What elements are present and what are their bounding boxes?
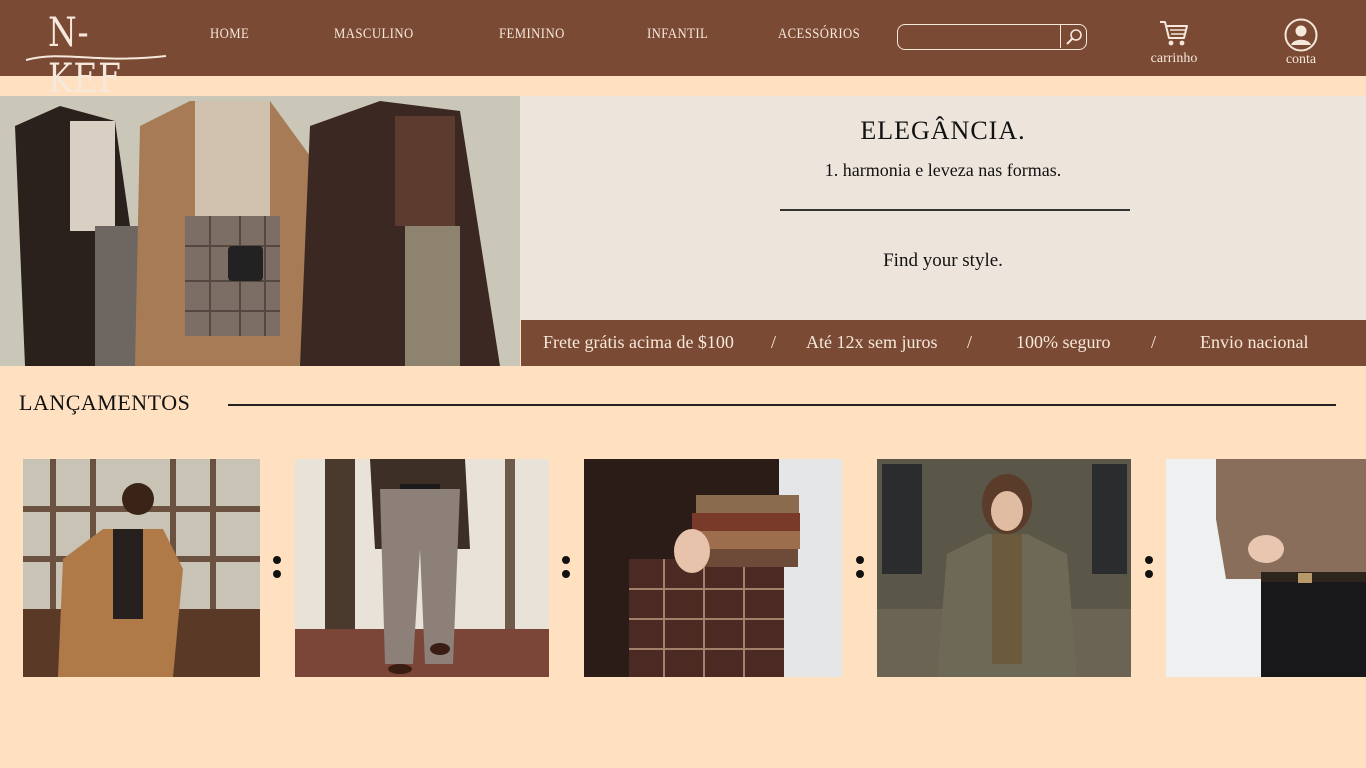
product-card-5[interactable]	[1166, 459, 1366, 677]
site-header: N-KEF HOME MASCULINO FEMININO INFANTIL A…	[0, 0, 1366, 102]
separator-dots-icon	[1144, 556, 1154, 580]
benefit-free-shipping: Frete grátis acima de $100	[543, 332, 734, 352]
releases-divider	[228, 404, 1336, 406]
cart-button[interactable]: carrinho	[1142, 18, 1206, 70]
benefit-separator: /	[1151, 332, 1157, 352]
hero-subtitle: 1. harmonia e leveza nas formas.	[824, 160, 1062, 180]
product-card-4[interactable]	[877, 459, 1131, 677]
separator-dots-icon	[272, 556, 282, 580]
nav-infantil[interactable]: INFANTIL	[647, 26, 708, 43]
hero-image	[0, 96, 520, 366]
search-bar	[897, 24, 1087, 50]
benefit-separator: /	[967, 332, 973, 352]
cart-icon	[1160, 21, 1188, 46]
separator-dots-icon	[855, 556, 865, 580]
product-card-3[interactable]	[584, 459, 842, 677]
logo-swoosh-icon	[25, 55, 167, 61]
nav-masculino[interactable]: MASCULINO	[334, 26, 414, 43]
nav-home[interactable]: HOME	[210, 26, 249, 43]
benefit-secure: 100% seguro	[1016, 332, 1111, 352]
account-button[interactable]: conta	[1276, 18, 1326, 70]
search-input[interactable]	[902, 27, 1058, 47]
separator-dots-icon	[561, 556, 571, 580]
product-card-2[interactable]	[295, 459, 549, 677]
brand-logo[interactable]: N-KEF	[24, 6, 168, 102]
nav-feminino[interactable]: FEMININO	[499, 26, 565, 43]
search-button[interactable]	[1060, 25, 1086, 48]
benefit-national-shipping: Envio nacional	[1200, 332, 1309, 352]
benefit-installments: Até 12x sem juros	[806, 332, 938, 352]
hero-divider	[780, 209, 1130, 211]
releases-title: LANÇAMENTOS	[19, 390, 191, 415]
hero-text-panel: ELEGÂNCIA. 1. harmonia e leveza nas form…	[520, 96, 1366, 320]
search-icon	[1066, 29, 1082, 45]
cart-label: carrinho	[1150, 51, 1198, 66]
nav-acessorios[interactable]: ACESSÓRIOS	[778, 26, 860, 43]
account-icon	[1284, 18, 1318, 52]
product-card-1[interactable]	[23, 459, 260, 677]
hero-title: ELEGÂNCIA.	[860, 116, 1026, 145]
find-style-link[interactable]: Find your style.	[520, 250, 1366, 272]
account-label: conta	[1285, 52, 1317, 67]
benefits-strip: Frete grátis acima de $100 / Até 12x sem…	[521, 320, 1366, 366]
benefit-separator: /	[771, 332, 777, 352]
